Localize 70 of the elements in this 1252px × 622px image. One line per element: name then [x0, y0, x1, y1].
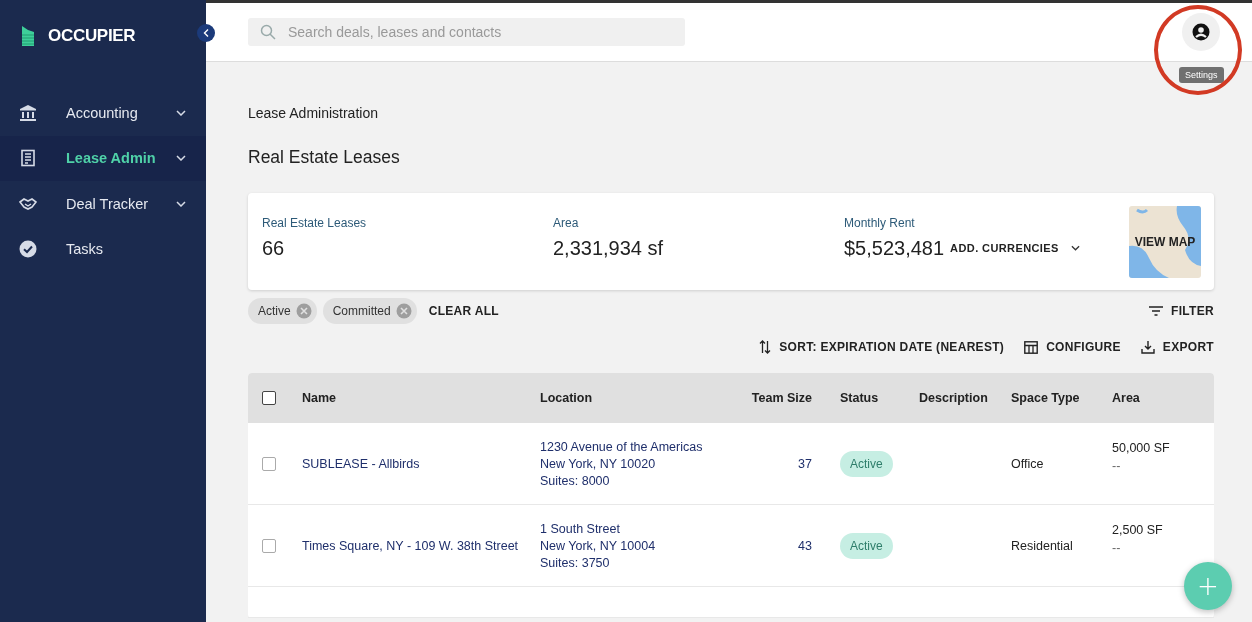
download-icon [1140, 340, 1155, 354]
location-text: New York, NY 10004 [540, 538, 657, 553]
row-checkbox[interactable] [262, 538, 276, 553]
row-checkbox[interactable] [262, 456, 276, 471]
space-type-cell-text: Office [1011, 456, 1045, 471]
tooltip: Settings [1179, 67, 1224, 83]
view-map-button[interactable]: VIEW MAP [1129, 205, 1201, 278]
team-size-cell-text: 37 [797, 456, 812, 471]
sidebar-item[interactable]: Tasks [0, 226, 206, 272]
account-icon [1192, 23, 1210, 41]
chevron-down-icon [1070, 245, 1080, 251]
location-text: New York, NY 10020 [540, 456, 657, 471]
status-badge: Active [840, 450, 893, 477]
export-button[interactable]: EXPORT [1134, 340, 1214, 354]
stat-label: Real Estate Leases [262, 215, 368, 230]
column-header[interactable]: Description [919, 391, 1011, 405]
area-cell-text: 50,000 SF [1112, 440, 1171, 455]
chevron-down-icon [176, 155, 186, 162]
area-cell-text: 2,500 SF [1112, 522, 1164, 537]
breadcrumb: Lease Administration [248, 105, 379, 121]
remove-icon[interactable] [395, 303, 412, 319]
filter-button[interactable]: FILTER [1143, 304, 1214, 318]
filter-icon [1149, 306, 1164, 316]
sidebar-item[interactable]: Accounting [0, 90, 206, 136]
chevron-left-icon [203, 29, 209, 37]
column-header[interactable]: Location [540, 391, 740, 405]
status-badge: Active [840, 532, 893, 559]
stat-label: Area [553, 215, 580, 230]
remove-icon[interactable] [295, 303, 312, 319]
location-text: 1230 Avenue of the Americas [540, 439, 704, 454]
sidebar-item[interactable]: Deal Tracker [0, 181, 206, 227]
location-text: Suites: 8000 [540, 473, 611, 488]
stat-label: Monthly Rent [844, 215, 916, 230]
stat-value: 2,331,934 sf [553, 236, 664, 260]
search-field[interactable]: Search deals, leases and contacts [248, 18, 685, 46]
document-icon [19, 149, 37, 168]
stat-value: $5,523,481 [844, 236, 945, 260]
configure-button[interactable]: CONFIGURE [1018, 340, 1121, 354]
stat-value: 66 [262, 236, 285, 260]
chevron-down-icon [176, 200, 186, 207]
bank-icon [19, 103, 37, 122]
space-type-cell-text: Residential [1011, 538, 1074, 553]
collapse-button[interactable] [197, 24, 215, 42]
select-all-checkbox[interactable] [262, 391, 276, 405]
clear-all-button[interactable]: CLEAR ALL [422, 304, 499, 318]
logo-text: OCCUPIER [48, 26, 136, 46]
currencies-button[interactable]: ADD. CURRENCIES [950, 242, 1080, 254]
filter-chip[interactable]: Committed [322, 298, 417, 324]
location-text: Suites: 3750 [540, 555, 611, 570]
column-header[interactable]: Name [302, 391, 540, 405]
sidebar-item[interactable]: Lease Admin [0, 135, 206, 181]
area-note: -- [1112, 458, 1122, 473]
chevron-down-icon [176, 109, 186, 116]
check-circle-icon [19, 240, 37, 259]
lease-name-link[interactable]: Times Square, NY - 109 W. 38th Street [302, 538, 540, 553]
column-header[interactable]: Team Size [740, 391, 812, 405]
table-columns-icon [1024, 340, 1039, 354]
lease-name-link[interactable]: SUBLEASE - Allbirds [302, 456, 540, 471]
logo-icon [22, 26, 34, 46]
column-header[interactable]: Space Type [1011, 391, 1112, 405]
account-button[interactable] [1182, 13, 1220, 51]
sort-button[interactable]: SORT: EXPIRATION DATE (NEAREST) [753, 340, 1005, 354]
filter-chip[interactable]: Active [248, 298, 317, 324]
sort-icon [759, 340, 772, 354]
area-note: -- [1112, 540, 1122, 555]
page-title: Real Estate Leases [248, 147, 401, 168]
column-header[interactable]: Area [1112, 391, 1214, 405]
column-header[interactable]: Status [812, 391, 919, 405]
team-size-cell-text: 43 [797, 538, 812, 553]
location-text: 1 South Street [540, 521, 621, 536]
